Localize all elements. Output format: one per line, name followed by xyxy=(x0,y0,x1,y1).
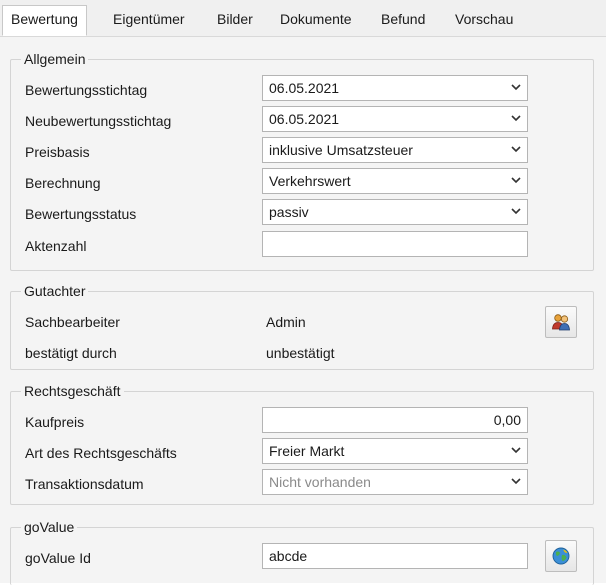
label-kaufpreis: Kaufpreis xyxy=(25,414,85,430)
aktenzahl-input[interactable] xyxy=(262,231,528,257)
chevron-down-icon xyxy=(511,478,521,485)
preisbasis-value: inklusive Umsatzsteuer xyxy=(269,142,413,158)
chevron-down-icon xyxy=(511,115,521,122)
tab-dokumente[interactable]: Dokumente xyxy=(280,9,352,29)
chevron-down-icon xyxy=(511,208,521,215)
label-govalue-id: goValue Id xyxy=(25,550,91,566)
bewertungsstatus-select[interactable]: passiv xyxy=(262,199,528,225)
label-aktenzahl: Aktenzahl xyxy=(25,238,87,254)
label-art-des-rechtsgeschaefts: Art des Rechtsgeschäfts xyxy=(25,445,177,461)
chevron-down-icon xyxy=(511,177,521,184)
preisbasis-select[interactable]: inklusive Umsatzsteuer xyxy=(262,137,528,163)
neubewertungsstichtag-select[interactable]: 06.05.2021 xyxy=(262,106,528,132)
select-sachbearbeiter-button[interactable] xyxy=(545,306,577,338)
chevron-down-icon xyxy=(511,146,521,153)
globe-icon xyxy=(552,547,570,565)
bewertungsstatus-value: passiv xyxy=(269,204,309,220)
transaktionsdatum-select[interactable]: Nicht vorhanden xyxy=(262,469,528,495)
tab-eigentuemer[interactable]: Eigentümer xyxy=(113,9,185,29)
govalue-id-value: abcde xyxy=(269,548,308,564)
label-berechnung: Berechnung xyxy=(25,175,101,191)
group-title-allgemein: Allgemein xyxy=(21,50,89,68)
label-transaktionsdatum: Transaktionsdatum xyxy=(25,476,144,492)
group-title-govalue: goValue xyxy=(21,518,78,536)
sachbearbeiter-value: Admin xyxy=(266,314,306,330)
group-title-rechtsgeschaeft: Rechtsgeschäft xyxy=(21,382,124,400)
tab-befund[interactable]: Befund xyxy=(381,9,425,29)
group-rechtsgeschaeft: Rechtsgeschäft Kaufpreis 0,00 Art des Re… xyxy=(10,382,594,505)
bewertungsstichtag-value: 06.05.2021 xyxy=(269,80,340,96)
art-rechtsgeschaeft-value: Freier Markt xyxy=(269,443,345,459)
kaufpreis-value: 0,00 xyxy=(493,412,521,428)
tab-bilder[interactable]: Bilder xyxy=(217,9,253,29)
tab-bewertung[interactable]: Bewertung xyxy=(2,5,87,36)
label-bewertungsstatus: Bewertungsstatus xyxy=(25,206,137,222)
group-allgemein: Allgemein Bewertungsstichtag 06.05.2021 … xyxy=(10,50,594,271)
label-sachbearbeiter: Sachbearbeiter xyxy=(25,314,120,330)
group-title-gutachter: Gutachter xyxy=(21,282,89,300)
kaufpreis-input[interactable]: 0,00 xyxy=(262,407,528,433)
berechnung-value: Verkehrswert xyxy=(269,173,351,189)
label-neubewertungsstichtag: Neubewertungsstichtag xyxy=(25,113,172,129)
govalue-id-input[interactable]: abcde xyxy=(262,543,528,569)
tab-bar: Bewertung Eigentümer Bilder Dokumente Be… xyxy=(0,0,606,37)
art-rechtsgeschaeft-select[interactable]: Freier Markt xyxy=(262,438,528,464)
group-govalue: goValue goValue Id abcde xyxy=(10,518,594,585)
berechnung-select[interactable]: Verkehrswert xyxy=(262,168,528,194)
bewertungsstichtag-select[interactable]: 06.05.2021 xyxy=(262,75,528,101)
group-gutachter: Gutachter Sachbearbeiter Admin bestätigt… xyxy=(10,282,594,370)
transaktionsdatum-value: Nicht vorhanden xyxy=(269,474,371,490)
neubewertungsstichtag-value: 06.05.2021 xyxy=(269,111,340,127)
bestaetigt-value: unbestätigt xyxy=(266,345,335,361)
label-bewertungsstichtag: Bewertungsstichtag xyxy=(25,82,148,98)
label-bestaetigt-durch: bestätigt durch xyxy=(25,345,117,361)
chevron-down-icon xyxy=(511,84,521,91)
tab-vorschau[interactable]: Vorschau xyxy=(455,9,513,29)
label-preisbasis: Preisbasis xyxy=(25,144,90,160)
chevron-down-icon xyxy=(511,447,521,454)
content-panel: Allgemein Bewertungsstichtag 06.05.2021 … xyxy=(0,37,606,585)
users-icon xyxy=(552,314,570,331)
govalue-sync-button[interactable] xyxy=(545,540,577,572)
